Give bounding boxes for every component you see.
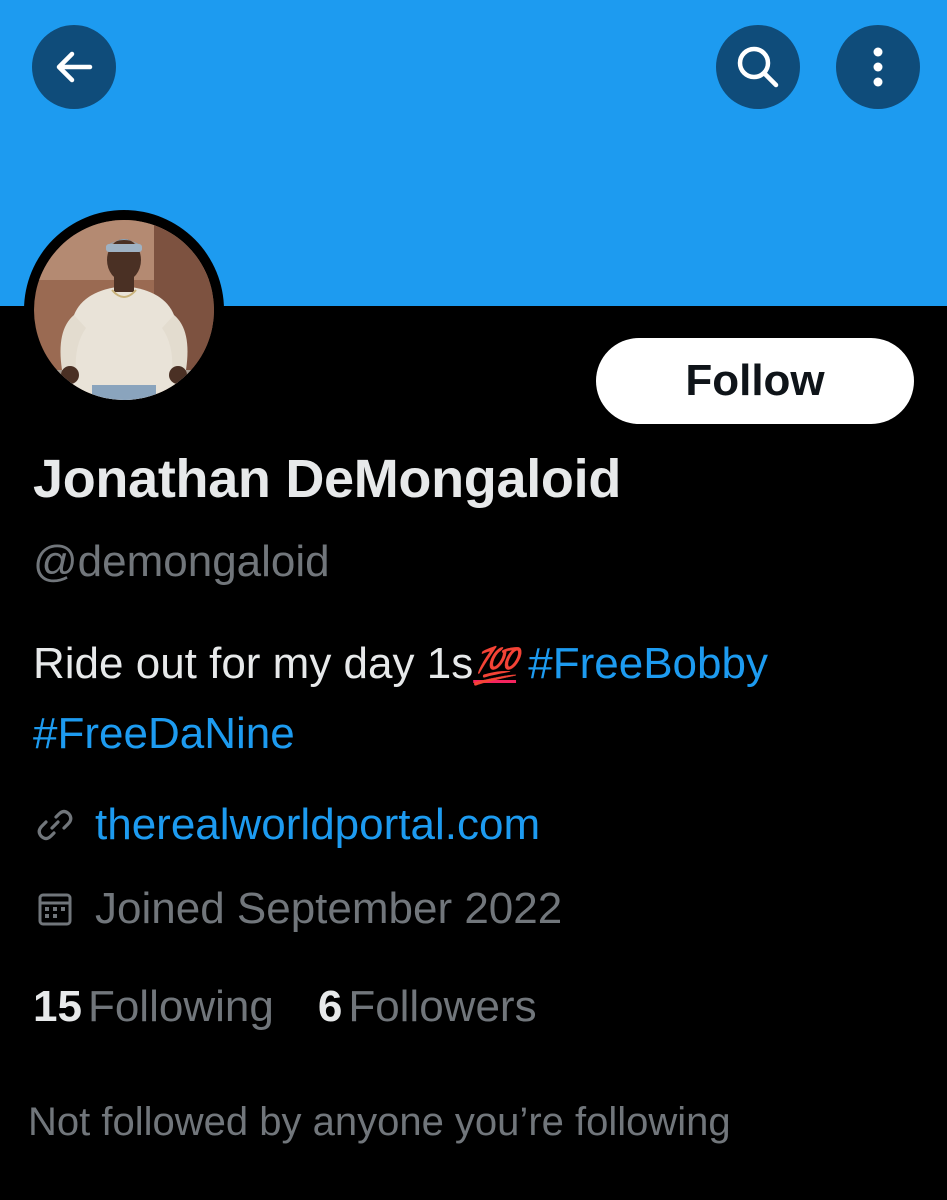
follow-button[interactable]: Follow	[596, 338, 914, 424]
more-options-button[interactable]	[836, 25, 920, 109]
following-stat[interactable]: 15 Following	[33, 982, 274, 1032]
avatar-photo	[34, 220, 214, 400]
more-vertical-icon	[868, 43, 888, 91]
website-link[interactable]: therealworldportal.com	[95, 800, 540, 850]
website-row: therealworldportal.com	[33, 800, 540, 850]
profile-handle: @demongaloid	[33, 537, 330, 586]
display-name: Jonathan DeMongaloid	[33, 449, 622, 509]
hashtag-link[interactable]: #FreeDaNine	[33, 709, 295, 758]
followers-count: 6	[317, 982, 343, 1031]
followers-stat[interactable]: 6 Followers	[318, 982, 537, 1032]
joined-date: Joined September 2022	[95, 884, 563, 933]
search-button[interactable]	[716, 25, 800, 109]
following-count: 15	[33, 982, 82, 1031]
profile-bio: Ride out for my day 1s💯 #FreeBobby #Free…	[33, 630, 923, 768]
joined-row: Joined September 2022	[33, 884, 562, 934]
avatar[interactable]	[24, 210, 224, 410]
hashtag-link[interactable]: #FreeBobby	[528, 639, 768, 688]
link-icon	[33, 803, 77, 847]
search-icon	[732, 41, 784, 93]
arrow-left-icon	[50, 43, 98, 91]
follow-stats: 15 Following 6 Followers	[33, 982, 537, 1032]
calendar-icon	[33, 887, 77, 931]
followers-label: Followers	[348, 982, 537, 1031]
back-button[interactable]	[32, 25, 116, 109]
bio-text: Ride out for my day 1s	[33, 639, 474, 688]
hundred-points-emoji: 💯	[473, 645, 518, 686]
mutuals-note: Not followed by anyone you’re following	[28, 1100, 731, 1144]
following-label: Following	[87, 982, 274, 1031]
